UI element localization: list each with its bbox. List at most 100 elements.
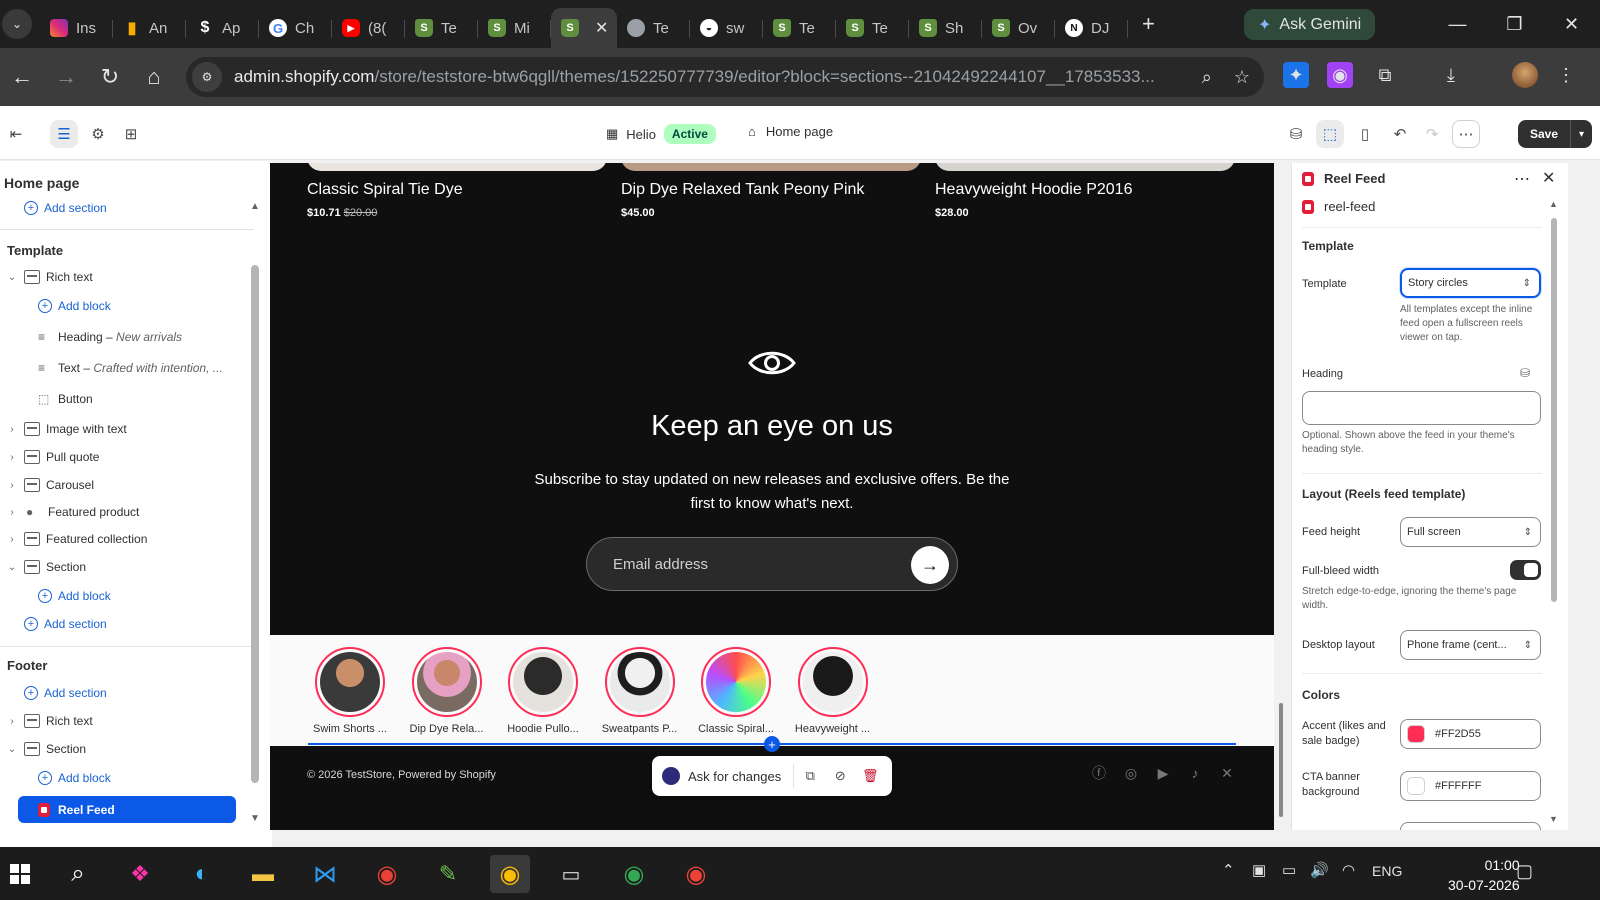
hide-icon[interactable]: ⊘ xyxy=(826,768,854,784)
feed-height-select[interactable]: Full screen ⇕ xyxy=(1400,517,1541,547)
chevron-right-icon[interactable]: › xyxy=(6,424,18,435)
back-icon[interactable]: ← xyxy=(0,57,44,97)
sidebar-tree-item[interactable]: › ● Featured product xyxy=(6,499,260,525)
product-image[interactable] xyxy=(307,163,607,171)
browser-tab[interactable]: S ✕ xyxy=(551,8,617,48)
chrome-icon[interactable]: ◉ xyxy=(614,855,654,893)
theme-settings-icon[interactable]: ⚙ xyxy=(84,120,112,148)
search-icon[interactable]: ⌕ xyxy=(58,855,98,893)
sidebar-tree-item[interactable]: ≡ Heading – New arrivals xyxy=(38,324,272,350)
dynamic-source-icon[interactable]: ⛁ xyxy=(1520,366,1530,380)
add-item-link[interactable]: + Add block xyxy=(38,583,272,609)
extensions-puzzle-icon[interactable]: ⧉ xyxy=(1372,62,1398,88)
database-icon[interactable]: ⛁ xyxy=(1282,120,1310,148)
accent-swatch[interactable] xyxy=(1407,725,1425,743)
home-icon[interactable]: ⌂ xyxy=(132,57,176,97)
device-preview-icon[interactable]: ▯ xyxy=(1351,120,1379,148)
volume-icon[interactable]: 🔊 xyxy=(1310,861,1329,879)
profile-avatar[interactable] xyxy=(1512,62,1538,88)
download-icon[interactable]: ⤓ xyxy=(1438,62,1464,88)
full-bleed-toggle[interactable] xyxy=(1510,560,1541,580)
meet-icon[interactable]: ▣ xyxy=(1252,861,1266,879)
pin-extension-icon[interactable]: ✦ xyxy=(1283,62,1309,88)
reel-story-item[interactable]: Dip Dye Rela... xyxy=(404,647,490,735)
sidebar-item-reel-feed[interactable]: Reel Feed xyxy=(18,796,236,823)
template-select[interactable]: Story circles ⇕ xyxy=(1400,268,1541,298)
sidebar-tree-item[interactable]: ⌄ Section xyxy=(6,736,260,762)
accent-color-field[interactable]: #FF2D55 xyxy=(1400,719,1541,749)
product-image[interactable] xyxy=(621,163,921,171)
chevron-right-icon[interactable]: › xyxy=(6,507,18,518)
sidebar-tree-item[interactable]: ⌄ Section xyxy=(6,554,260,580)
file-explorer-icon[interactable]: ▬ xyxy=(243,855,283,893)
save-button[interactable]: Save xyxy=(1518,120,1570,148)
browser-tab[interactable]: G Ch xyxy=(259,8,332,48)
sidebar-tree-item[interactable]: › Pull quote xyxy=(6,444,260,470)
ask-for-changes-button[interactable]: Ask for changes xyxy=(688,769,781,784)
heading-input[interactable] xyxy=(1302,391,1541,425)
apps-blocks-icon[interactable]: ⊞ xyxy=(117,120,145,148)
reel-story-item[interactable]: Hoodie Pullo... xyxy=(500,647,586,735)
add-item-link[interactable]: + Add block xyxy=(38,765,272,791)
wifi-icon[interactable]: ◠ xyxy=(1342,861,1355,879)
delete-icon[interactable]: 🗑 xyxy=(856,768,884,784)
sidebar-tree-item[interactable]: › Carousel xyxy=(6,472,260,498)
next-color-field[interactable] xyxy=(1400,822,1541,830)
reel-story-item[interactable]: Sweatpants P... xyxy=(597,647,683,735)
chevron-down-icon[interactable]: ⌄ xyxy=(6,272,18,283)
scroll-up-icon[interactable]: ▲ xyxy=(1549,199,1558,209)
page-selector[interactable]: ⌂ Home page xyxy=(748,124,833,139)
browser-tab[interactable]: N DJ xyxy=(1055,8,1128,48)
redo-icon[interactable]: ↷ xyxy=(1418,120,1446,148)
scroll-down-icon[interactable]: ▼ xyxy=(1549,814,1558,824)
tab-search-icon[interactable]: ⌄ xyxy=(2,9,32,39)
cta-bg-color-field[interactable]: #FFFFFF xyxy=(1400,771,1541,801)
facebook-icon[interactable]: ⓕ xyxy=(1090,764,1108,782)
browser-tab[interactable]: S Ov xyxy=(982,8,1055,48)
forward-icon[interactable]: → xyxy=(44,57,88,97)
windows-start-icon[interactable] xyxy=(0,855,40,893)
sidebar-scrollbar[interactable] xyxy=(251,265,259,783)
restore-icon[interactable]: ❐ xyxy=(1486,0,1543,48)
desktop-layout-select[interactable]: Phone frame (cent... ⇕ xyxy=(1400,630,1541,660)
close-window-icon[interactable]: ✕ xyxy=(1543,0,1600,48)
notepad-icon[interactable]: ✎ xyxy=(428,855,468,893)
chevron-right-icon[interactable]: › xyxy=(6,534,18,545)
sections-icon[interactable]: ☰ xyxy=(50,120,78,148)
tiktok-icon[interactable]: ♪ xyxy=(1186,764,1204,782)
zoom-icon[interactable]: ⌕ xyxy=(1202,67,1212,88)
browser-tab[interactable]: ▶ (8( xyxy=(332,8,405,48)
undo-icon[interactable]: ↶ xyxy=(1386,120,1414,148)
more-options-icon[interactable]: ⋯ xyxy=(1514,169,1530,189)
edge-icon[interactable]: ◐ xyxy=(182,855,222,893)
browser-tab[interactable]: ◒ sw xyxy=(690,8,763,48)
clock[interactable]: 01:00 30-07-2026 xyxy=(1448,855,1520,895)
browser-menu-icon[interactable]: ⋮ xyxy=(1553,62,1579,88)
exit-icon[interactable]: ⇤ xyxy=(2,120,30,148)
browser-tab[interactable]: S Te xyxy=(836,8,909,48)
close-tab-icon[interactable]: ✕ xyxy=(595,18,608,38)
sidebar-tree-item[interactable]: ⌄ Rich text xyxy=(6,264,260,290)
sidebar-tree-item[interactable]: ≡ Text – Crafted with intention, ... xyxy=(38,355,272,381)
address-bar[interactable]: ⚙ admin.shopify.com/store/teststore-btw6… xyxy=(186,57,1264,97)
sidebar-tree-item[interactable]: › Image with text xyxy=(6,416,260,442)
sidebar-tree-item[interactable]: › Featured collection xyxy=(6,526,260,552)
browser-tab[interactable]: ▮ An xyxy=(113,8,186,48)
product-title[interactable]: Heavyweight Hoodie P2016 xyxy=(935,181,1132,199)
battery-icon[interactable]: ▭ xyxy=(1282,861,1296,879)
cta-bg-swatch[interactable] xyxy=(1407,777,1425,795)
reload-icon[interactable]: ↻ xyxy=(88,57,132,97)
chevron-down-icon[interactable]: ⌄ xyxy=(6,744,18,755)
sidebar-tree-item[interactable]: ⬚ Button xyxy=(38,386,272,412)
chrome-alt-icon[interactable]: ◉ xyxy=(676,855,716,893)
browser-tab[interactable]: $ Ap xyxy=(186,8,259,48)
chevron-right-icon[interactable]: › xyxy=(6,452,18,463)
sidebar-tree-item[interactable]: › Rich text xyxy=(6,708,260,734)
inspector-icon[interactable]: ⬚ xyxy=(1316,120,1344,148)
reel-story-item[interactable]: Classic Spiral... xyxy=(693,647,779,735)
chevron-right-icon[interactable]: › xyxy=(6,716,18,727)
preview-scrollbar[interactable] xyxy=(1279,703,1283,817)
close-icon[interactable]: ✕ xyxy=(1542,168,1555,188)
add-section-top[interactable]: + Add section xyxy=(24,195,272,221)
new-tab-icon[interactable]: + xyxy=(1142,11,1155,37)
